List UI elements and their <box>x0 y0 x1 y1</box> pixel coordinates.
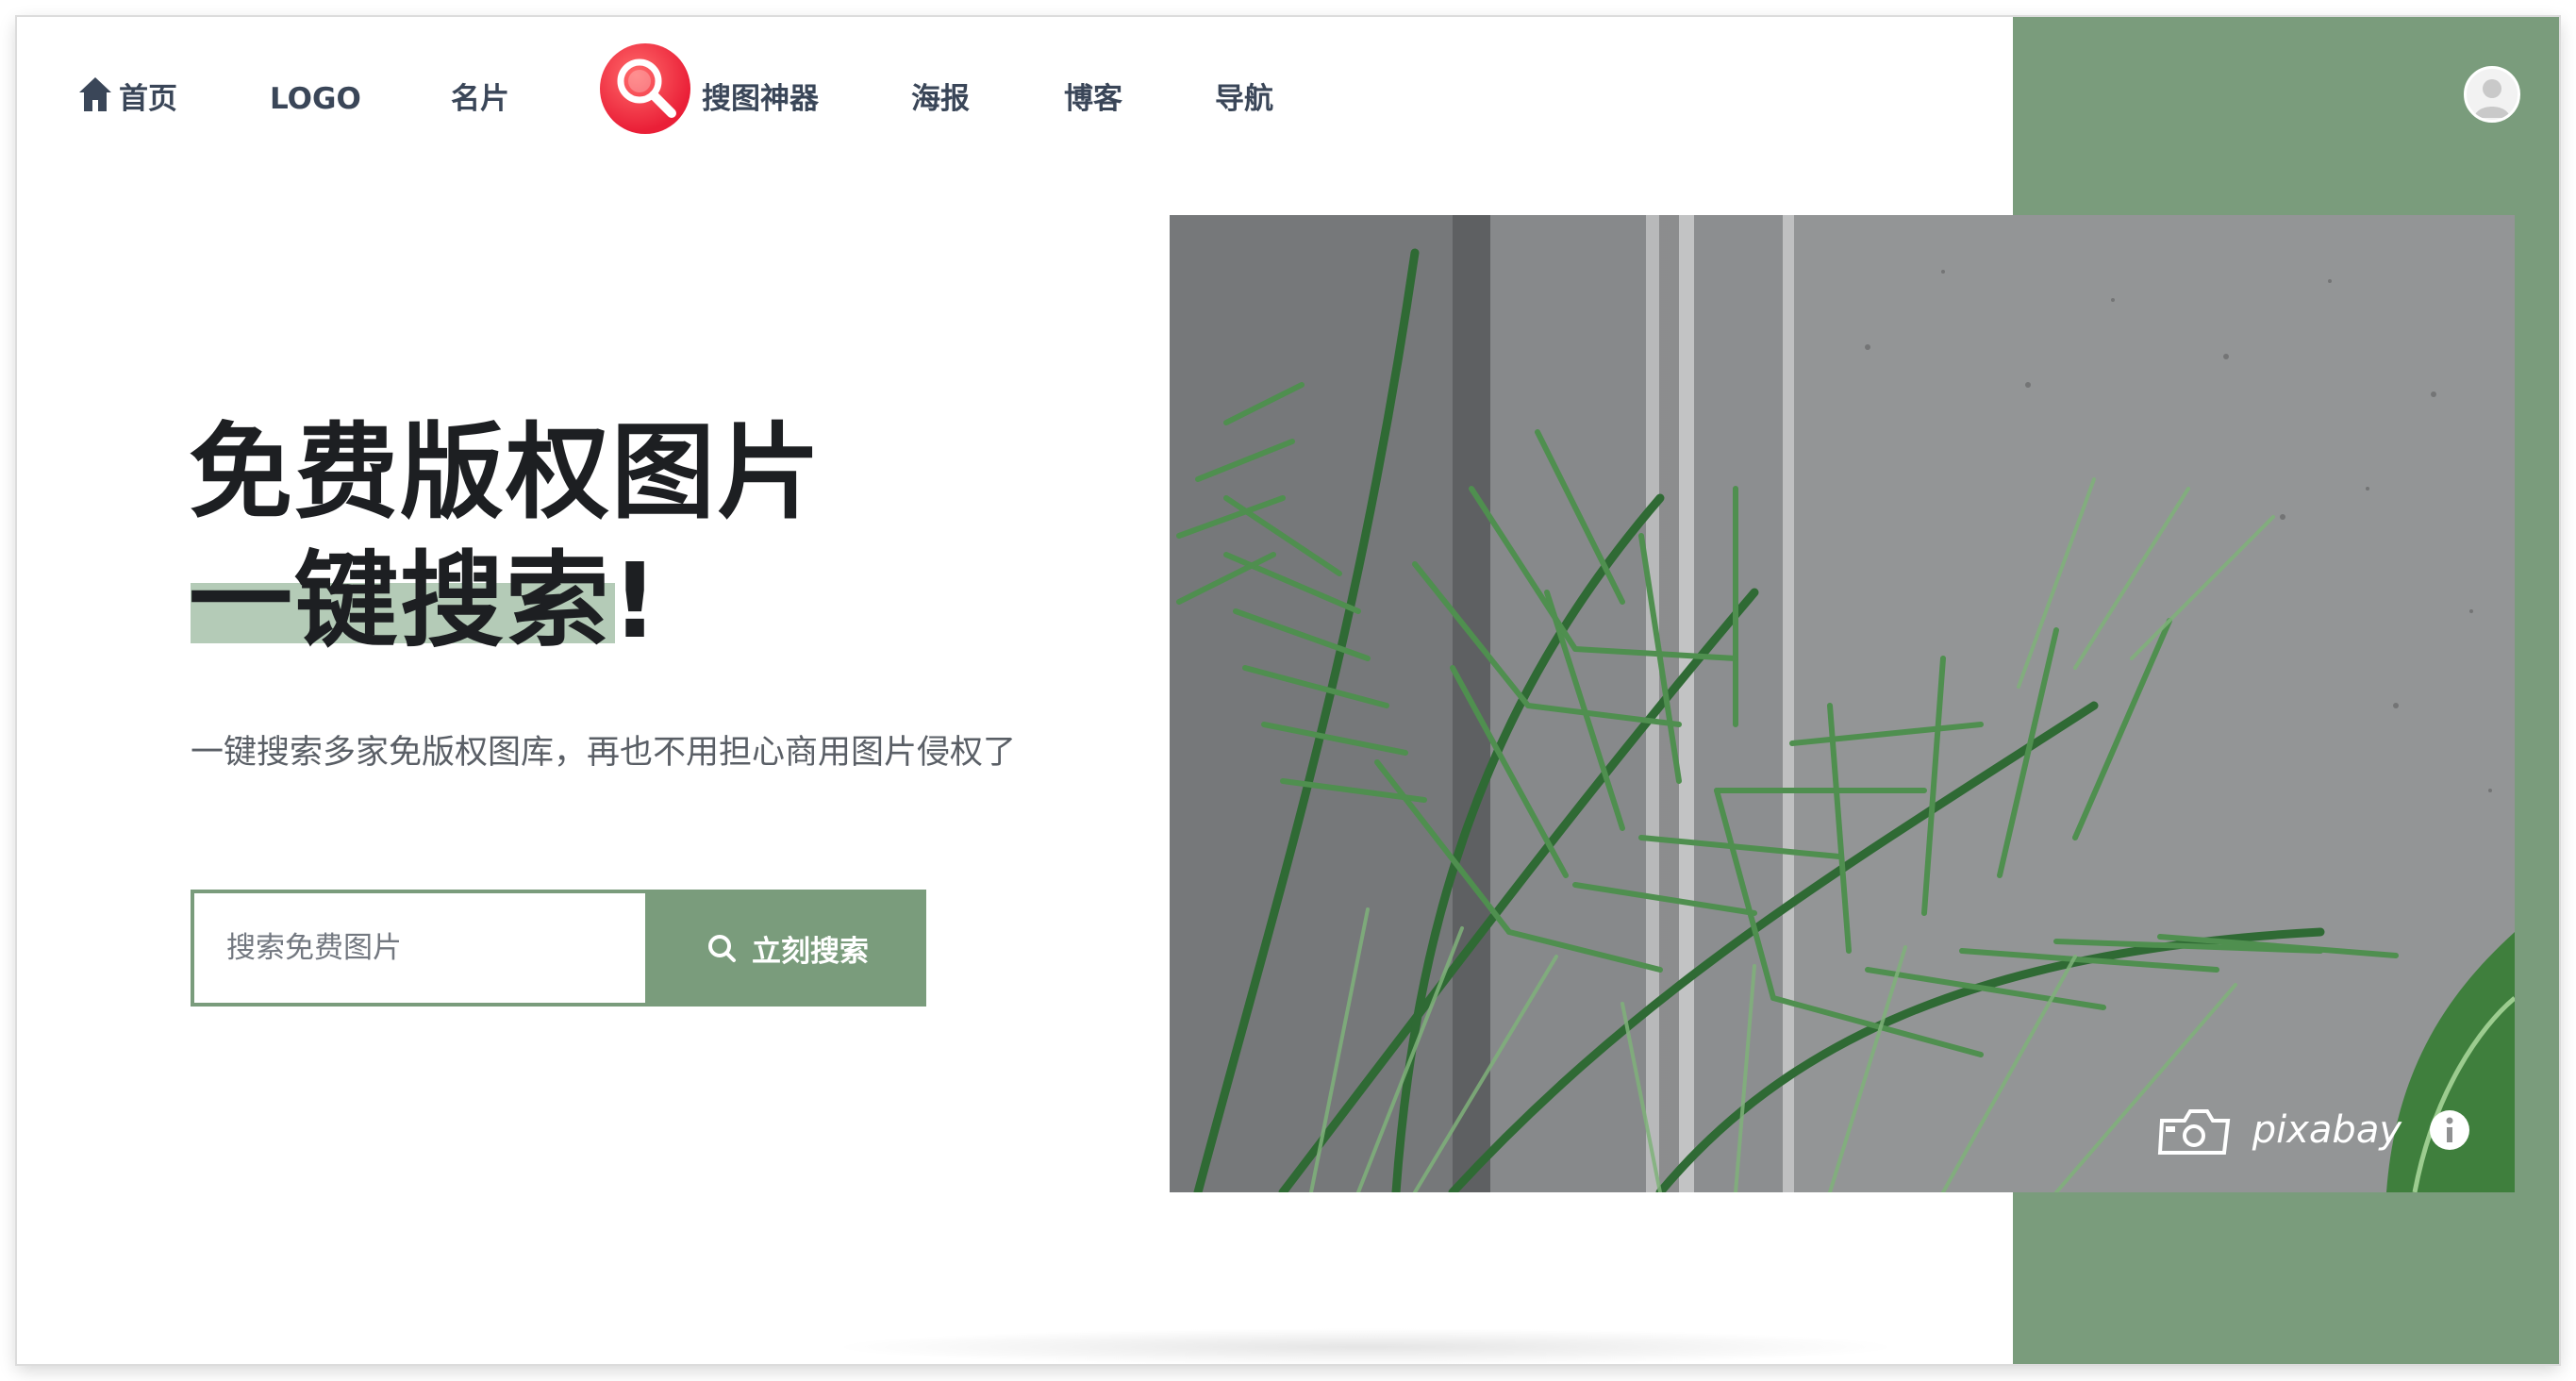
palm-leaves-image <box>1170 215 2515 1192</box>
nav-guide[interactable]: 导航 <box>1215 74 1273 125</box>
search-button-label: 立刻搜索 <box>752 934 869 969</box>
nav-brand[interactable]: 搜图神器 <box>702 74 819 125</box>
hero-title-line1: 免费版权图片 <box>189 412 823 533</box>
hero-subtitle: 一键搜索多家免版权图库，再也不用担心商用图片侵权了 <box>191 734 1017 772</box>
pixabay-watermark: pixabay <box>2156 1104 2471 1156</box>
footer-shadow <box>828 1328 1903 1364</box>
home-icon[interactable] <box>77 75 113 113</box>
nav-home[interactable]: 首页 <box>119 74 177 125</box>
browser-window: 首页 LOGO 名片 搜图神器 海报 博客 导航 免费版权图片 一键搜索! 一键… <box>17 17 2559 1364</box>
nav-logo[interactable]: LOGO <box>270 74 361 125</box>
pixabay-wordmark: pixabay <box>2252 1108 2401 1152</box>
info-icon[interactable] <box>2428 1108 2471 1152</box>
hero-photo: pixabay <box>1170 215 2515 1192</box>
search-button[interactable]: 立刻搜索 <box>649 890 926 1007</box>
user-icon <box>2474 79 2510 118</box>
brand-logo[interactable] <box>600 43 690 134</box>
top-nav: 首页 LOGO 名片 搜图神器 海报 博客 导航 <box>17 17 2013 168</box>
user-avatar[interactable] <box>2464 66 2520 123</box>
search-input[interactable] <box>226 920 623 976</box>
nav-poster[interactable]: 海报 <box>911 74 970 125</box>
search-box <box>191 890 649 1007</box>
nav-card[interactable]: 名片 <box>451 74 509 125</box>
magnifier-icon <box>617 58 676 118</box>
nav-blog[interactable]: 博客 <box>1064 74 1122 125</box>
camera-icon <box>2157 1109 2230 1155</box>
hero-title-line2: 一键搜索! <box>189 541 661 661</box>
search-icon <box>708 935 736 962</box>
